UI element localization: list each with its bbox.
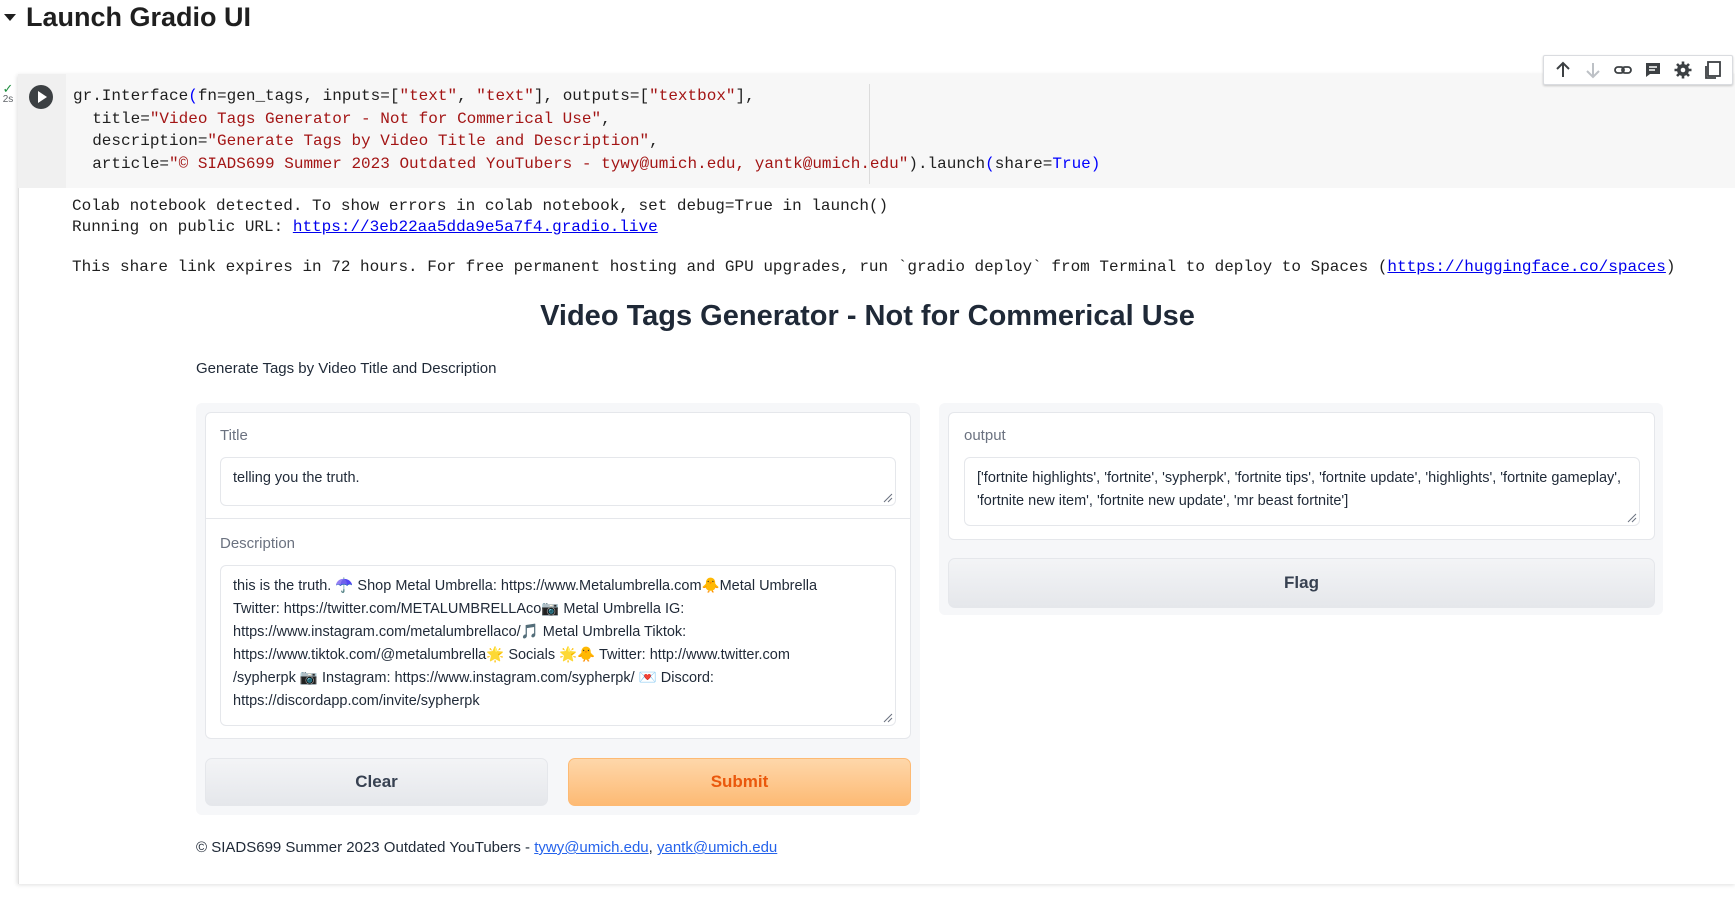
- description-line: /sypherpk 📷 Instagram: https://www.insta…: [233, 670, 714, 686]
- code-token: description=: [73, 132, 208, 150]
- settings-button[interactable]: [1671, 58, 1695, 82]
- article-text: © SIADS699 Summer 2023 Outdated YouTuber…: [196, 839, 535, 856]
- code-token: share=: [994, 154, 1053, 173]
- code-text[interactable]: gr.Interface(fn=gen_tags, inputs=["text"…: [73, 85, 1100, 175]
- arrow-up-icon: [1556, 61, 1570, 77]
- email-link-yantk[interactable]: yantk@umich.edu: [657, 839, 777, 856]
- description-line: this is the truth. ☂️ Shop Metal Umbrell…: [233, 578, 818, 594]
- title-input[interactable]: telling you the truth.: [220, 457, 896, 506]
- output-line-share: This share link expires in 72 hours. For…: [72, 257, 1675, 277]
- output-line-debug: Colab notebook detected. To show errors …: [72, 197, 889, 215]
- mirror-cell-icon: [1705, 61, 1721, 79]
- code-token: "text": [399, 87, 458, 105]
- code-token: ,: [457, 87, 477, 105]
- section-header[interactable]: Launch Gradio UI: [0, 0, 251, 34]
- code-token: ,: [649, 132, 659, 150]
- flag-button[interactable]: Flag: [948, 558, 1655, 608]
- block-divider: [205, 518, 911, 519]
- output-textbox[interactable]: ['fortnite highlights', 'fortnite', 'syp…: [964, 457, 1640, 526]
- public-url-link[interactable]: https://3eb22aa5dda9e5a7f4.gradio.live: [293, 218, 658, 236]
- url-prefix: Running on public URL:: [72, 218, 293, 236]
- add-comment-button[interactable]: [1641, 58, 1665, 82]
- code-token: article=: [73, 154, 170, 173]
- code-token: fn=gen_tags, inputs=[: [197, 87, 400, 105]
- comment-icon: [1646, 63, 1660, 77]
- resize-handle-icon[interactable]: [1625, 511, 1637, 523]
- description-line: https://discordapp.com/invite/sypherpk: [233, 693, 480, 709]
- code-token: title=: [73, 109, 150, 128]
- article-separator: ,: [648, 839, 657, 856]
- code-token: True: [1052, 154, 1091, 173]
- collapse-caret-icon[interactable]: [4, 13, 16, 21]
- success-check-icon: ✓: [2, 81, 14, 96]
- code-token: ).launch: [908, 154, 986, 173]
- clear-button[interactable]: Clear: [205, 758, 548, 806]
- code-token: ,: [601, 109, 611, 128]
- title-value: telling you the truth.: [233, 470, 360, 486]
- description-line: Twitter: https://twitter.com/METALUMBREL…: [233, 601, 685, 617]
- mirror-cell-button[interactable]: [1701, 58, 1725, 82]
- move-up-button[interactable]: [1551, 58, 1575, 82]
- app-title: Video Tags Generator - Not for Commerica…: [540, 300, 1195, 332]
- description-line: https://www.tiktok.com/@metalumbrella🌟 S…: [233, 647, 790, 663]
- output-value: ['fortnite highlights', 'fortnite', 'syp…: [977, 470, 1622, 509]
- code-token: (: [985, 154, 995, 173]
- code-token: "textbox": [649, 87, 736, 105]
- code-token: "text": [476, 87, 534, 105]
- output-label: output: [964, 427, 1006, 444]
- code-token: "Generate Tags by Video Title and Descri…: [207, 132, 650, 150]
- email-link-tywy[interactable]: tywy@umich.edu: [534, 839, 648, 856]
- spaces-link[interactable]: https://huggingface.co/spaces: [1387, 258, 1665, 276]
- arrow-down-icon: [1586, 63, 1600, 79]
- code-token: ], outputs=[: [533, 87, 650, 105]
- share-text: This share link expires in 72 hours. For…: [72, 258, 1388, 276]
- copy-link-button[interactable]: [1611, 58, 1635, 82]
- cell-toolbar: [1543, 55, 1733, 85]
- execution-time: 2s: [2, 94, 14, 105]
- article-footer: © SIADS699 Summer 2023 Outdated YouTuber…: [196, 839, 777, 856]
- description-line: https://www.instagram.com/metalumbrellac…: [233, 624, 687, 640]
- app-description: Generate Tags by Video Title and Descrip…: [196, 360, 497, 377]
- code-token: "Video Tags Generator - Not for Commeric…: [149, 109, 602, 128]
- code-token: ): [1090, 154, 1101, 173]
- resize-handle-icon[interactable]: [881, 711, 893, 723]
- description-input[interactable]: this is the truth. ☂️ Shop Metal Umbrell…: [220, 565, 896, 726]
- code-token: (: [188, 87, 198, 105]
- resize-handle-icon[interactable]: [881, 491, 893, 503]
- description-label: Description: [220, 535, 296, 552]
- play-icon: [38, 91, 47, 103]
- link-icon: [1614, 66, 1632, 74]
- code-token: gr.Interface: [73, 87, 189, 105]
- gear-icon: [1674, 61, 1692, 79]
- output-line-url: Running on public URL: https://3eb22aa5d…: [72, 217, 658, 237]
- submit-button[interactable]: Submit: [568, 758, 911, 806]
- move-down-button[interactable]: [1581, 58, 1605, 82]
- run-cell-button[interactable]: [29, 85, 53, 109]
- share-suffix: ): [1665, 258, 1676, 276]
- code-token: ],: [735, 87, 755, 105]
- title-label: Title: [220, 427, 248, 444]
- execution-status: ✓ 2s: [0, 81, 16, 105]
- code-token: "© SIADS699 Summer 2023 Outdated YouTube…: [169, 154, 909, 173]
- section-title: Launch Gradio UI: [26, 1, 252, 32]
